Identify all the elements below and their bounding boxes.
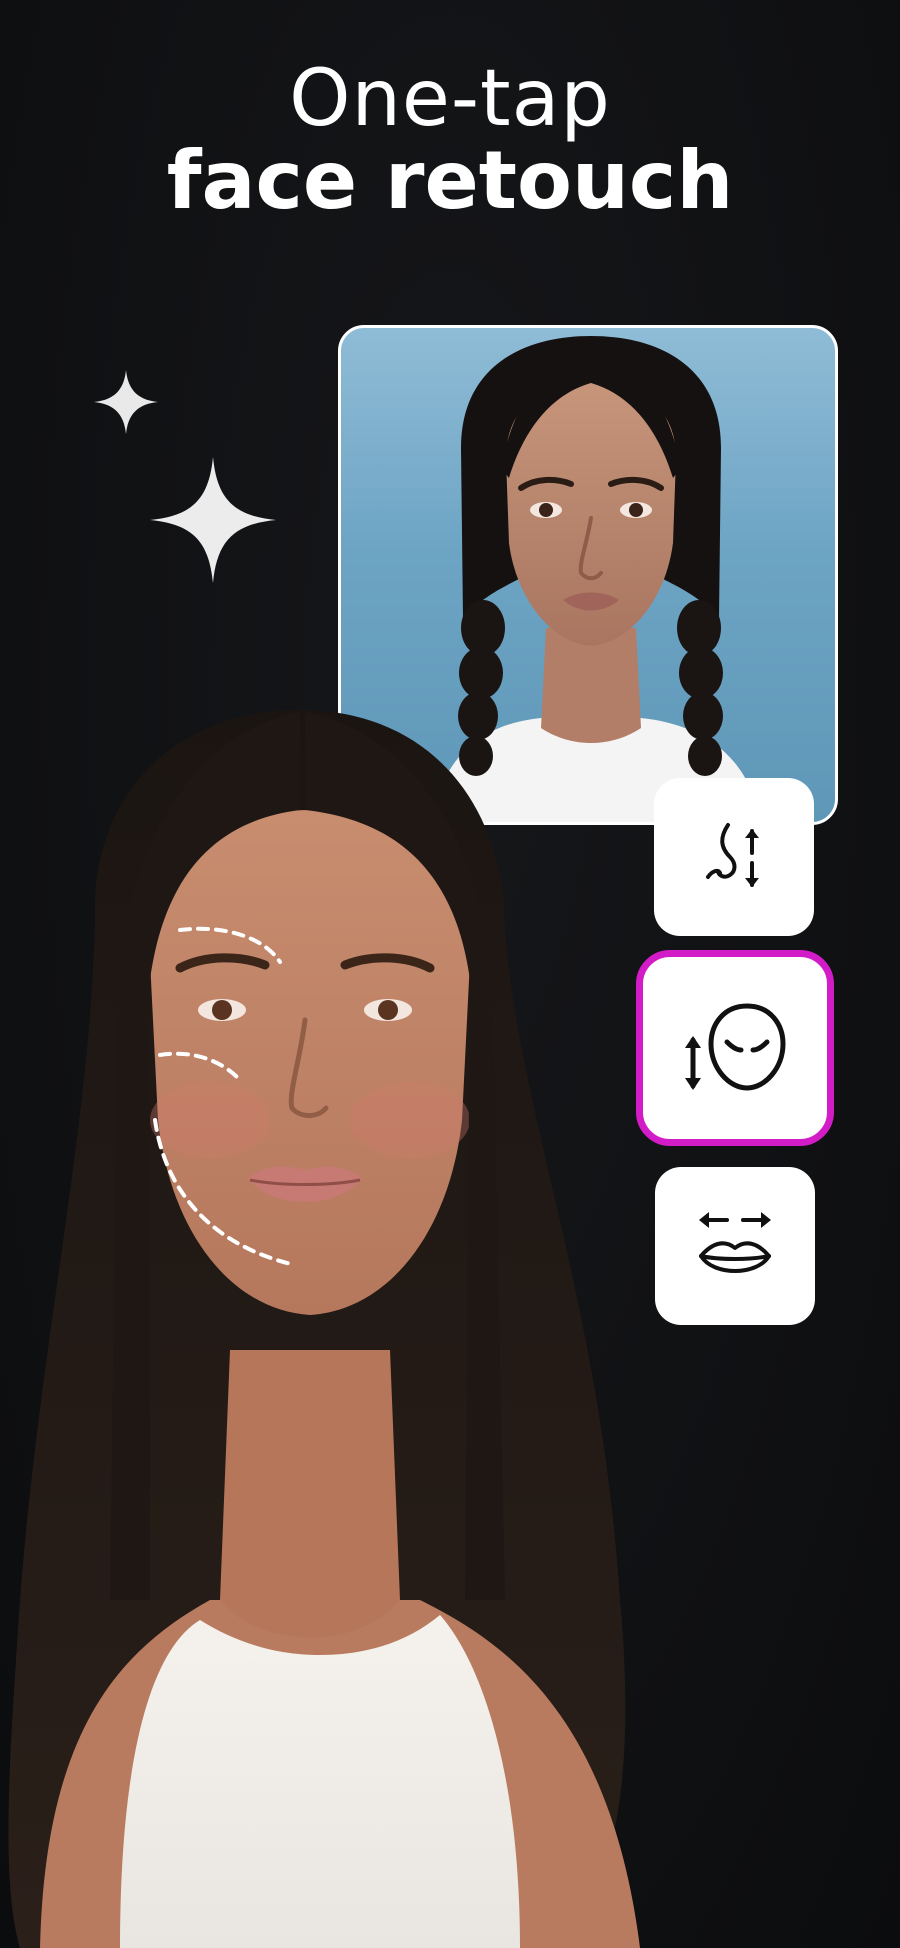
sparkle-icon: [150, 457, 276, 583]
face-tool-button[interactable]: [636, 950, 834, 1146]
lips-reshape-icon: [699, 1212, 771, 1273]
face-reshape-icon: [685, 1003, 786, 1091]
app-screen: One-tap face retouch: [0, 0, 900, 1948]
headline-line-2: face retouch: [166, 133, 734, 227]
headline: One-tap face retouch: [0, 54, 900, 227]
headline-line-1: One-tap: [289, 54, 611, 144]
nose-tool-button[interactable]: [654, 778, 814, 936]
lips-tool-button[interactable]: [655, 1167, 815, 1325]
sparkle-icon: [94, 370, 158, 434]
retouched-portrait-image: [8, 710, 640, 1948]
nose-reshape-icon: [706, 823, 759, 887]
